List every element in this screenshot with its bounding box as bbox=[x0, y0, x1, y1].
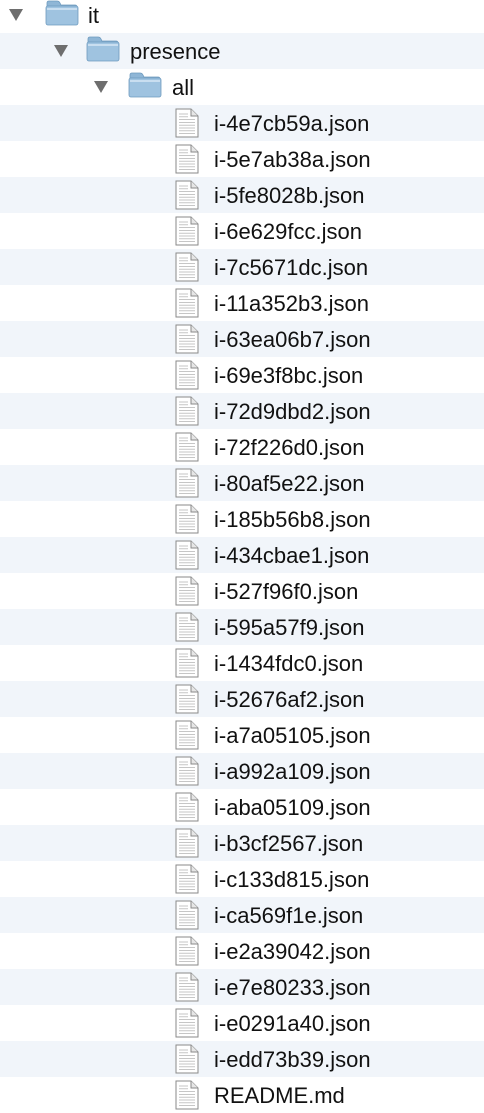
file-row[interactable]: i-4e7cb59a.json bbox=[0, 105, 484, 141]
folder-row[interactable]: presence bbox=[0, 33, 484, 69]
document-icon bbox=[175, 540, 199, 570]
document-icon bbox=[175, 612, 199, 642]
disclosure-triangle-icon[interactable] bbox=[54, 45, 68, 57]
document-icon bbox=[175, 684, 199, 714]
document-icon bbox=[175, 324, 199, 354]
folder-icon bbox=[128, 72, 162, 98]
file-row[interactable]: i-72d9dbd2.json bbox=[0, 393, 484, 429]
file-row[interactable]: i-69e3f8bc.json bbox=[0, 357, 484, 393]
file-name: i-69e3f8bc.json bbox=[214, 363, 364, 388]
file-name: i-a7a05105.json bbox=[214, 723, 371, 748]
document-icon bbox=[175, 1008, 199, 1038]
document-icon bbox=[175, 288, 199, 318]
file-row[interactable]: README.md bbox=[0, 1077, 484, 1113]
document-icon bbox=[175, 756, 199, 786]
file-name: i-edd73b39.json bbox=[214, 1047, 371, 1072]
file-row[interactable]: i-a992a109.json bbox=[0, 753, 484, 789]
file-name: i-aba05109.json bbox=[214, 795, 371, 820]
document-icon bbox=[175, 396, 199, 426]
file-name: i-7c5671dc.json bbox=[214, 255, 369, 280]
file-row[interactable]: i-1434fdc0.json bbox=[0, 645, 484, 681]
folder-icon bbox=[45, 0, 79, 26]
document-icon bbox=[175, 900, 199, 930]
file-name: README.md bbox=[214, 1083, 345, 1108]
file-name: i-e2a39042.json bbox=[214, 939, 371, 964]
document-icon bbox=[175, 972, 199, 1002]
file-name: i-5fe8028b.json bbox=[214, 183, 365, 208]
file-row[interactable]: i-434cbae1.json bbox=[0, 537, 484, 573]
file-name: i-11a352b3.json bbox=[214, 291, 369, 316]
folder-icon bbox=[86, 36, 120, 62]
document-icon bbox=[175, 864, 199, 894]
file-name: i-595a57f9.json bbox=[214, 615, 365, 640]
file-row[interactable]: i-e7e80233.json bbox=[0, 969, 484, 1005]
file-name: i-4e7cb59a.json bbox=[214, 111, 370, 136]
file-name: i-527f96f0.json bbox=[214, 579, 359, 604]
file-row[interactable]: i-80af5e22.json bbox=[0, 465, 484, 501]
folder-row[interactable]: it bbox=[0, 0, 484, 33]
file-row[interactable]: i-595a57f9.json bbox=[0, 609, 484, 645]
file-row[interactable]: i-edd73b39.json bbox=[0, 1041, 484, 1077]
file-row[interactable]: i-ca569f1e.json bbox=[0, 897, 484, 933]
document-icon bbox=[175, 936, 199, 966]
file-row[interactable]: i-6e629fcc.json bbox=[0, 213, 484, 249]
file-name: i-80af5e22.json bbox=[214, 471, 365, 496]
folder-name: it bbox=[88, 3, 99, 28]
document-icon bbox=[175, 468, 199, 498]
file-tree: it presence all i-4e7cb59a.json i-5e7ab38a.j… bbox=[0, 0, 484, 1112]
document-icon bbox=[175, 180, 199, 210]
document-icon bbox=[175, 504, 199, 534]
file-name: i-434cbae1.json bbox=[214, 543, 370, 568]
document-icon bbox=[175, 576, 199, 606]
document-icon bbox=[175, 792, 199, 822]
file-row[interactable]: i-52676af2.json bbox=[0, 681, 484, 717]
file-name: i-185b56b8.json bbox=[214, 507, 371, 532]
disclosure-triangle-icon[interactable] bbox=[9, 9, 23, 21]
file-name: i-72d9dbd2.json bbox=[214, 399, 371, 424]
folder-name: presence bbox=[130, 39, 221, 64]
document-icon bbox=[175, 360, 199, 390]
document-icon bbox=[175, 144, 199, 174]
file-name: i-a992a109.json bbox=[214, 759, 371, 784]
file-row[interactable]: i-a7a05105.json bbox=[0, 717, 484, 753]
file-name: i-6e629fcc.json bbox=[214, 219, 362, 244]
document-icon bbox=[175, 252, 199, 282]
file-name: i-e7e80233.json bbox=[214, 975, 371, 1000]
file-row[interactable]: i-c133d815.json bbox=[0, 861, 484, 897]
file-row[interactable]: i-b3cf2567.json bbox=[0, 825, 484, 861]
document-icon bbox=[175, 828, 199, 858]
file-row[interactable]: i-e2a39042.json bbox=[0, 933, 484, 969]
file-name: i-52676af2.json bbox=[214, 687, 365, 712]
document-icon bbox=[175, 648, 199, 678]
file-name: i-ca569f1e.json bbox=[214, 903, 364, 928]
document-icon bbox=[175, 108, 199, 138]
file-name: i-72f226d0.json bbox=[214, 435, 365, 460]
file-row[interactable]: i-7c5671dc.json bbox=[0, 249, 484, 285]
file-name: i-63ea06b7.json bbox=[214, 327, 371, 352]
file-row[interactable]: i-63ea06b7.json bbox=[0, 321, 484, 357]
document-icon bbox=[175, 216, 199, 246]
folder-row[interactable]: all bbox=[0, 69, 484, 105]
file-row[interactable]: i-527f96f0.json bbox=[0, 573, 484, 609]
file-row[interactable]: i-72f226d0.json bbox=[0, 429, 484, 465]
file-row[interactable]: i-5e7ab38a.json bbox=[0, 141, 484, 177]
file-name: i-b3cf2567.json bbox=[214, 831, 364, 856]
file-name: i-5e7ab38a.json bbox=[214, 147, 371, 172]
folder-name: all bbox=[172, 75, 195, 100]
document-icon bbox=[175, 1080, 199, 1110]
file-row[interactable]: i-e0291a40.json bbox=[0, 1005, 484, 1041]
document-icon bbox=[175, 720, 199, 750]
document-icon bbox=[175, 432, 199, 462]
file-name: i-1434fdc0.json bbox=[214, 651, 364, 676]
file-name: i-c133d815.json bbox=[214, 867, 370, 892]
file-name: i-e0291a40.json bbox=[214, 1011, 371, 1036]
file-row[interactable]: i-aba05109.json bbox=[0, 789, 484, 825]
file-row[interactable]: i-185b56b8.json bbox=[0, 501, 484, 537]
document-icon bbox=[175, 1044, 199, 1074]
file-row[interactable]: i-11a352b3.json bbox=[0, 285, 484, 321]
file-row[interactable]: i-5fe8028b.json bbox=[0, 177, 484, 213]
disclosure-triangle-icon[interactable] bbox=[94, 81, 108, 93]
